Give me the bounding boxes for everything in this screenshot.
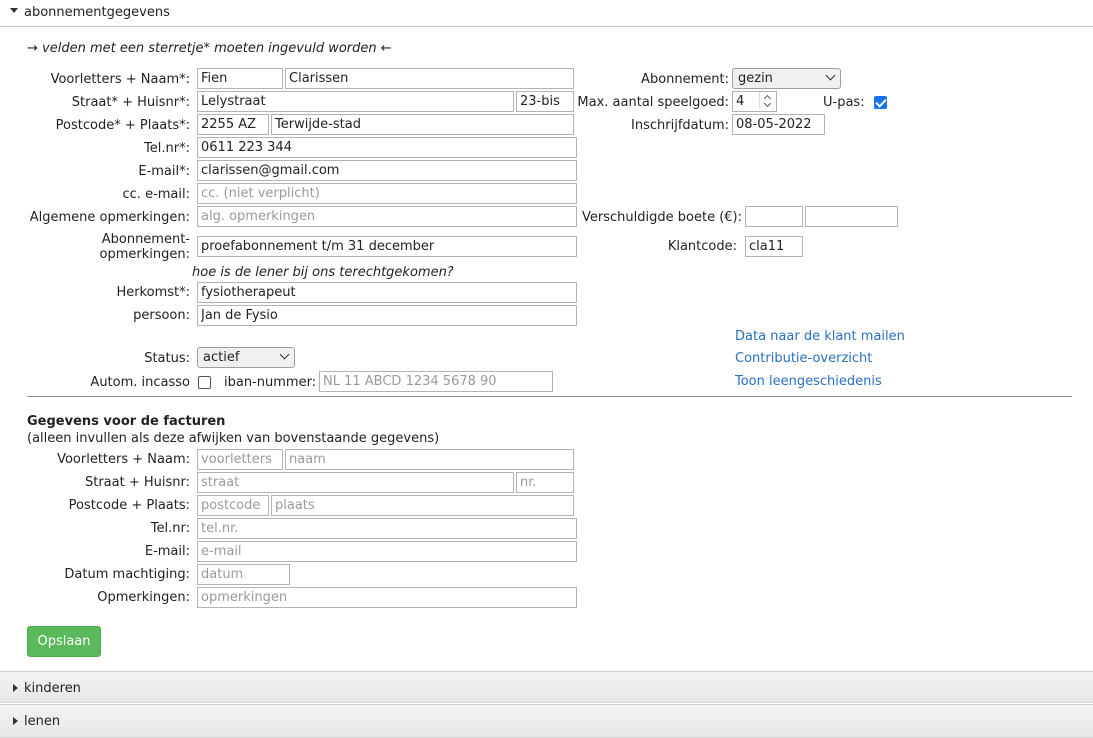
label-abo-opm-line1: Abonnement- (101, 232, 190, 247)
label-inschrijfdatum: Inschrijfdatum: (631, 118, 729, 133)
label-ccemail: cc. e-mail: (122, 187, 190, 202)
label-factuur-email: E-mail: (144, 544, 190, 559)
caret-down-icon (10, 8, 18, 13)
label-factuur-naam: Voorletters + Naam: (57, 452, 190, 467)
section-title: abonnementgegevens (24, 5, 170, 20)
abonnement-selected-value: gezin (738, 71, 773, 86)
upas-checkbox[interactable] (874, 96, 887, 109)
label-naam: Voorletters + Naam*: (50, 72, 190, 87)
label-postcode: Postcode* + Plaats*: (55, 118, 190, 133)
link-contributie[interactable]: Contributie-overzicht (735, 351, 872, 366)
section-title-lenen: lenen (24, 714, 61, 729)
boete-input-2[interactable] (805, 206, 898, 227)
section-header-abonnementgegevens[interactable]: abonnementgegevens (0, 0, 1093, 27)
section-title-kinderen: kinderen (24, 681, 81, 696)
link-mail-klant[interactable]: Data naar de klant mailen (735, 329, 905, 344)
link-leengeschiedenis[interactable]: Toon leengeschiedenis (735, 374, 882, 389)
status-select[interactable]: actief (197, 347, 295, 368)
factuur-voorletters-input[interactable] (197, 449, 283, 470)
required-fields-note: → velden met een sterretje* moeten ingev… (27, 41, 392, 56)
factuur-tel-input[interactable] (197, 518, 577, 539)
spinner-arrows-icon[interactable] (759, 92, 776, 109)
status-selected-value: actief (203, 350, 240, 365)
persoon-input[interactable] (197, 305, 577, 326)
factuur-postcode-input[interactable] (197, 495, 269, 516)
klantcode-input[interactable] (745, 236, 803, 257)
label-boete: Verschuldigde boete (€): (582, 210, 742, 225)
huisnr-input[interactable] (516, 91, 574, 112)
boete-input-1[interactable] (745, 206, 803, 227)
label-klantcode: Klantcode: (667, 239, 737, 254)
label-iban: iban-nummer: (224, 375, 317, 390)
chevron-down-icon (279, 349, 290, 360)
ccemail-input[interactable] (197, 183, 577, 204)
factuur-naam-input[interactable] (285, 449, 574, 470)
caret-right-icon (13, 717, 18, 725)
incasso-checkbox[interactable] (198, 376, 211, 389)
section-header-lenen[interactable]: lenen (0, 704, 1093, 738)
facturen-subtitle: (alleen invullen als deze afwijken van b… (27, 431, 440, 446)
label-factuur-straat: Straat + Huisnr: (84, 475, 190, 490)
label-email: E-mail*: (138, 164, 190, 179)
voorletters-input[interactable] (197, 68, 283, 89)
label-straat: Straat* + Huisnr*: (71, 95, 190, 110)
iban-input[interactable] (319, 371, 553, 392)
speelgoed-stepper[interactable] (732, 91, 777, 112)
label-tel: Tel.nr*: (144, 141, 190, 156)
label-incasso: Autom. incasso (90, 375, 190, 390)
label-factuur-postcode: Postcode + Plaats: (68, 498, 190, 513)
label-speelgoed: Max. aantal speelgoed: (577, 95, 729, 110)
save-button[interactable]: Opslaan (27, 626, 101, 657)
factuur-email-input[interactable] (197, 541, 577, 562)
naam-input[interactable] (285, 68, 574, 89)
factuur-straat-input[interactable] (197, 472, 514, 493)
label-herkomst: Herkomst*: (116, 285, 190, 300)
label-abonnement-opmerkingen: Abonnement- opmerkingen: (100, 232, 190, 262)
label-abo-opm-line2: opmerkingen: (99, 247, 190, 262)
herkomst-note: hoe is de lener bij ons terechtgekomen? (192, 265, 454, 280)
label-factuur-opm: Opmerkingen: (97, 590, 190, 605)
section-divider (27, 396, 1072, 397)
factuur-nr-input[interactable] (516, 472, 574, 493)
label-opmerkingen: Algemene opmerkingen: (29, 210, 190, 225)
label-factuur-datum: Datum machtiging: (64, 567, 190, 582)
straat-input[interactable] (197, 91, 514, 112)
factuur-datum-input[interactable] (197, 564, 290, 585)
caret-right-icon (13, 684, 18, 692)
abonnement-select[interactable]: gezin (732, 68, 841, 89)
email-input[interactable] (197, 160, 577, 181)
facturen-title: Gegevens voor de facturen (27, 414, 226, 429)
factuur-plaats-input[interactable] (271, 495, 574, 516)
plaats-input[interactable] (271, 114, 574, 135)
inschrijfdatum-input[interactable] (732, 114, 825, 135)
label-abonnement: Abonnement: (641, 72, 729, 87)
factuur-opm-input[interactable] (197, 587, 577, 608)
opmerkingen-input[interactable] (197, 206, 577, 227)
herkomst-input[interactable] (197, 282, 577, 303)
label-status: Status: (144, 351, 190, 366)
label-factuur-tel: Tel.nr: (150, 521, 190, 536)
tel-input[interactable] (197, 137, 577, 158)
section-header-kinderen[interactable]: kinderen (0, 671, 1093, 703)
label-persoon: persoon: (133, 308, 190, 323)
postcode-input[interactable] (197, 114, 269, 135)
chevron-down-icon (825, 70, 836, 81)
label-upas: U-pas: (823, 95, 865, 110)
abonnement-opmerkingen-input[interactable] (197, 236, 577, 257)
